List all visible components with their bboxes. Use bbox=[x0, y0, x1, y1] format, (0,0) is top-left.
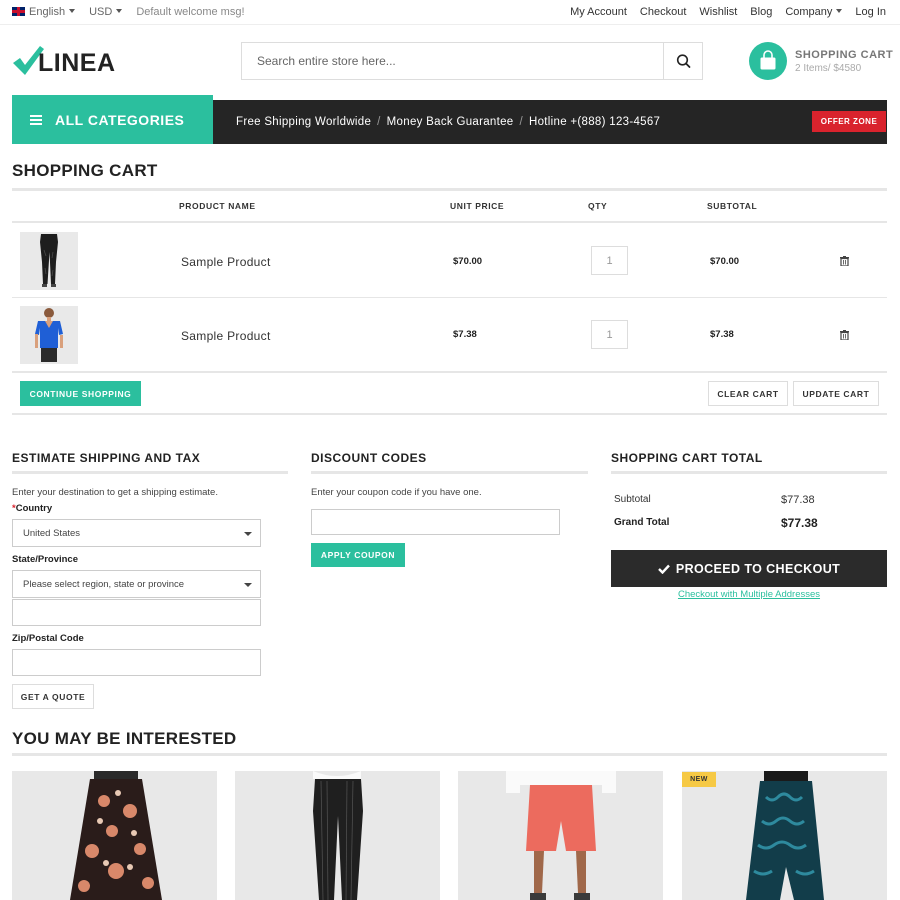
checkmark-icon bbox=[657, 564, 670, 574]
col-product-name: PRODUCT NAME bbox=[179, 201, 256, 211]
divider bbox=[12, 471, 288, 474]
divider bbox=[12, 371, 887, 373]
trash-icon[interactable] bbox=[840, 256, 849, 266]
coupon-input[interactable] bbox=[311, 509, 560, 535]
continue-shopping-button[interactable]: CONTINUE SHOPPING bbox=[20, 381, 141, 406]
currency-selector[interactable]: USD bbox=[89, 6, 123, 18]
link-wishlist[interactable]: Wishlist bbox=[699, 6, 737, 18]
unit-price: $70.00 bbox=[453, 256, 483, 267]
search-input[interactable] bbox=[242, 43, 665, 79]
product-image bbox=[458, 771, 663, 900]
hotline-text: Hotline +(888) 123-4567 bbox=[529, 116, 661, 128]
shopping-bag-icon bbox=[760, 50, 776, 70]
zip-input[interactable] bbox=[12, 649, 261, 676]
free-shipping-text: Free Shipping Worldwide bbox=[236, 116, 372, 128]
divider bbox=[12, 188, 887, 191]
product-image bbox=[235, 771, 440, 900]
link-my-account[interactable]: My Account bbox=[570, 6, 627, 18]
shipping-description: Enter your destination to get a shipping… bbox=[12, 487, 218, 498]
divider bbox=[12, 221, 887, 223]
language-selector[interactable]: English bbox=[12, 6, 76, 18]
subtotal-value: $77.38 bbox=[781, 494, 815, 506]
related-title: YOU MAY BE INTERESTED bbox=[12, 729, 237, 748]
product-name[interactable]: Sample Product bbox=[181, 329, 271, 343]
state-label: State/Province bbox=[12, 554, 78, 565]
search-bar bbox=[241, 42, 703, 80]
all-categories-label: ALL CATEGORIES bbox=[55, 112, 185, 128]
chevron-down-icon bbox=[836, 9, 843, 13]
apply-coupon-button[interactable]: APPLY COUPON bbox=[311, 543, 405, 567]
product-image-black-pants[interactable] bbox=[20, 232, 78, 290]
clear-cart-button[interactable]: CLEAR CART bbox=[708, 381, 788, 406]
totals-title: SHOPPING CART TOTAL bbox=[611, 451, 763, 465]
separator: / bbox=[377, 116, 381, 128]
proceed-to-checkout-button[interactable]: PROCEED TO CHECKOUT bbox=[611, 550, 887, 587]
product-name[interactable]: Sample Product bbox=[181, 255, 271, 269]
product-image-blue-top[interactable] bbox=[20, 306, 78, 364]
divider bbox=[12, 753, 887, 756]
col-unit-price: UNIT PRICE bbox=[450, 201, 505, 211]
product-card-teal-skirt[interactable] bbox=[682, 771, 887, 900]
row-subtotal: $70.00 bbox=[710, 256, 740, 267]
chevron-down-icon bbox=[69, 9, 76, 13]
state-select[interactable]: Please select region, state or province bbox=[12, 570, 261, 598]
grand-total-label: Grand Total bbox=[614, 517, 670, 528]
unit-price: $7.38 bbox=[453, 329, 477, 340]
product-image bbox=[682, 771, 887, 900]
search-icon bbox=[676, 54, 691, 68]
mini-cart-button[interactable] bbox=[749, 42, 787, 80]
new-badge: NEW bbox=[682, 772, 716, 787]
subtotal-label: Subtotal bbox=[614, 494, 651, 505]
mini-cart-title[interactable]: SHOPPING CART bbox=[795, 49, 893, 61]
chevron-down-icon bbox=[116, 9, 123, 13]
nav-info: Free Shipping Worldwide / Money Back Gua… bbox=[236, 116, 660, 128]
country-select[interactable]: United States bbox=[12, 519, 261, 547]
product-card-pinstripe-pants[interactable] bbox=[235, 771, 440, 900]
qty-input[interactable] bbox=[591, 246, 628, 275]
uk-flag-icon bbox=[12, 7, 25, 16]
menu-icon bbox=[30, 115, 42, 125]
link-log-in[interactable]: Log In bbox=[855, 6, 886, 18]
company-menu[interactable]: Company bbox=[785, 6, 843, 18]
shipping-title: ESTIMATE SHIPPING AND TAX bbox=[12, 451, 201, 465]
zip-label: Zip/Postal Code bbox=[12, 633, 84, 644]
logo[interactable]: LINEA bbox=[12, 46, 116, 76]
discount-title: DISCOUNT CODES bbox=[311, 451, 427, 465]
country-label: *Country bbox=[12, 503, 53, 514]
product-card-floral-skirt[interactable] bbox=[12, 771, 217, 900]
link-checkout[interactable]: Checkout bbox=[640, 6, 686, 18]
row-divider bbox=[12, 297, 887, 298]
trash-icon[interactable] bbox=[840, 330, 849, 340]
chevron-down-icon bbox=[244, 583, 252, 587]
page-title: SHOPPING CART bbox=[12, 161, 158, 180]
row-subtotal: $7.38 bbox=[710, 329, 734, 340]
separator: / bbox=[519, 116, 523, 128]
search-button[interactable] bbox=[663, 43, 702, 79]
divider bbox=[611, 471, 887, 474]
product-image bbox=[12, 771, 217, 900]
update-cart-button[interactable]: UPDATE CART bbox=[793, 381, 879, 406]
divider bbox=[12, 413, 887, 415]
logo-text: LINEA bbox=[38, 49, 116, 77]
grand-total-value: $77.38 bbox=[781, 516, 818, 530]
offer-zone-button[interactable]: OFFER ZONE bbox=[812, 111, 886, 132]
multi-address-checkout-link[interactable]: Checkout with Multiple Addresses bbox=[611, 589, 887, 600]
qty-input[interactable] bbox=[591, 320, 628, 349]
divider bbox=[311, 471, 588, 474]
get-quote-button[interactable]: GET A QUOTE bbox=[12, 684, 94, 709]
welcome-message: Default welcome msg! bbox=[136, 6, 245, 18]
product-card-coral-shorts[interactable] bbox=[458, 771, 663, 900]
top-bar: English USD Default welcome msg! My Acco… bbox=[0, 0, 900, 25]
col-subtotal: SUBTOTAL bbox=[707, 201, 758, 211]
chevron-down-icon bbox=[244, 532, 252, 536]
link-blog[interactable]: Blog bbox=[750, 6, 772, 18]
mini-cart-summary: 2 Items/ $4580 bbox=[795, 63, 862, 74]
state-text-input[interactable] bbox=[12, 599, 261, 626]
money-back-text: Money Back Guarantee bbox=[386, 116, 514, 128]
col-qty: QTY bbox=[588, 201, 608, 211]
discount-description: Enter your coupon code if you have one. bbox=[311, 487, 482, 498]
